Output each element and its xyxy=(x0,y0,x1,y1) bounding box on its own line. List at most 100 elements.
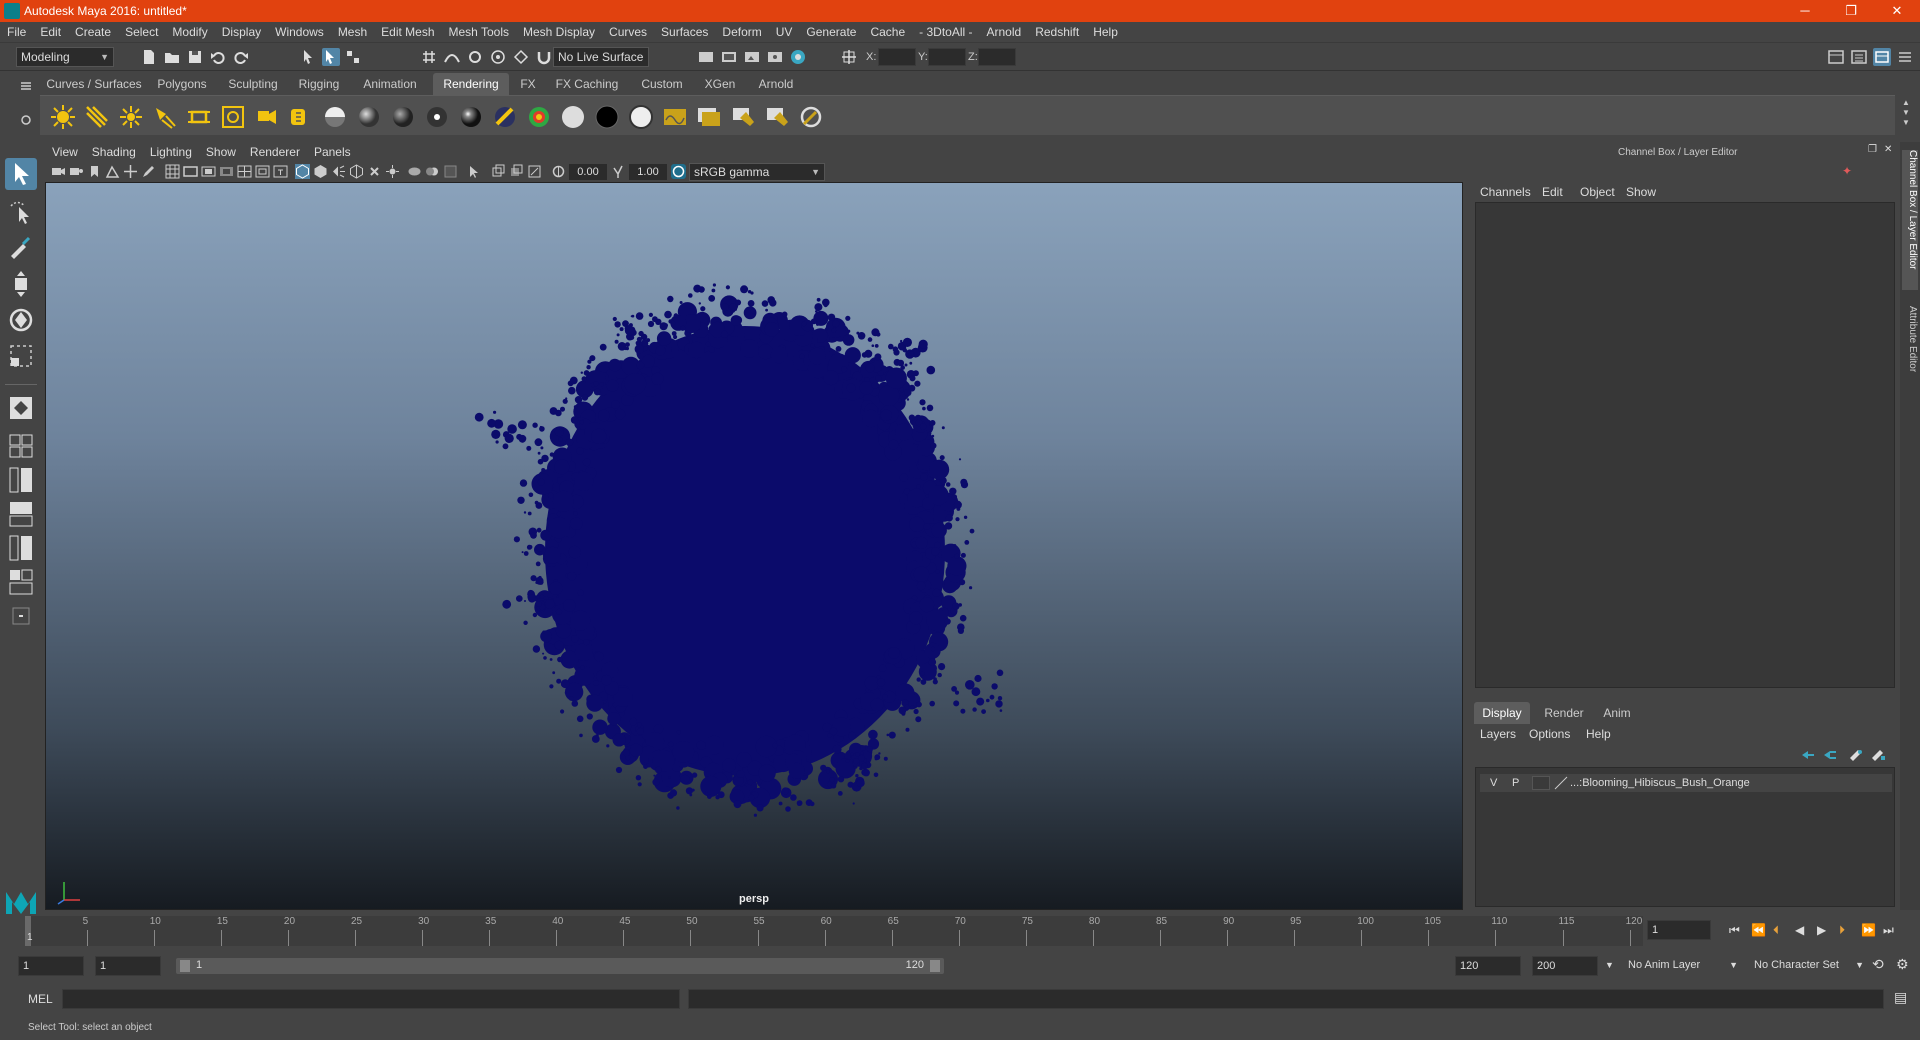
select-camera-icon[interactable] xyxy=(51,164,66,179)
character-set-dropdown[interactable]: No Character Set ▼ xyxy=(1750,956,1866,976)
layer-visibility-toggle[interactable]: V xyxy=(1490,774,1497,792)
film-gate-icon[interactable] xyxy=(183,164,198,179)
side-tab-attribute-editor[interactable]: Attribute Editor xyxy=(1902,306,1918,406)
menu-select[interactable]: Select xyxy=(118,22,165,43)
channel-edit-menu[interactable]: Edit xyxy=(1542,185,1563,199)
viewport-menu-view[interactable]: View xyxy=(45,142,85,162)
xray-joints-icon[interactable] xyxy=(527,164,542,179)
menu-arnold[interactable]: Arnold xyxy=(980,22,1029,43)
current-frame-field[interactable]: 1 xyxy=(1647,920,1711,940)
persp-outliner-layout-icon[interactable] xyxy=(5,464,37,496)
camera-attributes-icon[interactable] xyxy=(69,164,84,179)
safe-action-icon[interactable] xyxy=(255,164,270,179)
menu-cache[interactable]: Cache xyxy=(863,22,912,43)
layers-menu[interactable]: Layers xyxy=(1480,727,1516,741)
playback-end-field[interactable]: 120 xyxy=(1455,956,1521,976)
redo-icon[interactable] xyxy=(232,48,250,66)
render-view-icon[interactable] xyxy=(697,48,715,66)
exposure-field[interactable]: 0.00 xyxy=(569,164,607,180)
spot-light-icon[interactable] xyxy=(152,104,178,130)
channel-show-menu[interactable]: Show xyxy=(1626,185,1656,199)
new-layer-from-selection-icon[interactable] xyxy=(1870,748,1886,762)
select-by-component-icon[interactable] xyxy=(344,48,362,66)
viewport-menu-shading[interactable]: Shading xyxy=(85,142,143,162)
shelf-tab-curves-surfaces[interactable]: Curves / Surfaces xyxy=(44,73,144,95)
toolbox-expand-icon[interactable] xyxy=(5,600,37,632)
minimize-button[interactable]: ─ xyxy=(1782,0,1828,22)
y-coordinate-field[interactable] xyxy=(928,48,966,66)
step-forward-frame-icon[interactable]: ⏩ xyxy=(1861,923,1876,937)
menu-mesh[interactable]: Mesh xyxy=(331,22,374,43)
layered-shader-icon[interactable] xyxy=(560,104,586,130)
persp-graph-layout-icon[interactable] xyxy=(5,498,37,530)
viewport-menu-show[interactable]: Show xyxy=(199,142,243,162)
hypershade-icon[interactable] xyxy=(789,48,807,66)
magnet-icon[interactable] xyxy=(535,48,553,66)
viewport-menu-renderer[interactable]: Renderer xyxy=(243,142,307,162)
range-slider-bar[interactable]: 1 120 xyxy=(176,958,944,974)
animation-preferences-icon[interactable]: ⚙ xyxy=(1896,956,1909,973)
four-view-layout-icon[interactable] xyxy=(5,430,37,462)
layer-color-swatch[interactable] xyxy=(1554,776,1568,790)
shelf-tab-fx[interactable]: FX xyxy=(514,73,542,95)
use-all-lights-icon[interactable] xyxy=(367,164,382,179)
menu-redshift[interactable]: Redshift xyxy=(1028,22,1086,43)
auto-key-icon[interactable]: ⟲ xyxy=(1872,956,1884,973)
object-details-icon[interactable] xyxy=(840,48,858,66)
lambert-shader-icon[interactable] xyxy=(356,104,382,130)
layer-help-menu[interactable]: Help xyxy=(1586,727,1611,741)
layer-options-menu[interactable]: Options xyxy=(1529,727,1570,741)
z-coordinate-field[interactable] xyxy=(978,48,1016,66)
scale-tool-icon[interactable] xyxy=(5,340,37,372)
perspective-viewport[interactable]: persp xyxy=(45,182,1463,910)
tool-settings-toggle-icon[interactable] xyxy=(1896,48,1914,66)
workspace-dropdown[interactable]: Modeling ▼ xyxy=(16,47,114,67)
shelf-menu-icon[interactable] xyxy=(18,78,34,94)
gamma-field[interactable]: 1.00 xyxy=(629,164,667,180)
animation-end-field[interactable]: 200 xyxy=(1532,956,1598,976)
move-tool-icon[interactable] xyxy=(5,268,37,300)
ramp-shader-icon[interactable] xyxy=(526,104,552,130)
shelf-tab-rendering[interactable]: Rendering xyxy=(433,73,509,95)
anisotropic-shader-icon[interactable] xyxy=(492,104,518,130)
menu-generate[interactable]: Generate xyxy=(799,22,863,43)
shelf-tab-arnold[interactable]: Arnold xyxy=(748,73,804,95)
render-frame-icon[interactable] xyxy=(720,48,738,66)
render-view-shelf-icon[interactable] xyxy=(662,104,688,130)
hypershade-persp-layout-icon[interactable] xyxy=(5,532,37,564)
volume-light-icon[interactable] xyxy=(220,104,246,130)
script-editor-icon[interactable]: ▤ xyxy=(1894,989,1907,1006)
select-tool-icon[interactable] xyxy=(5,158,37,190)
point-light-icon[interactable] xyxy=(118,104,144,130)
use-background-shader-icon[interactable] xyxy=(594,104,620,130)
menu-help[interactable]: Help xyxy=(1086,22,1125,43)
menu-3dtoall[interactable]: - 3DtoAll - xyxy=(912,22,979,43)
menu-create[interactable]: Create xyxy=(68,22,118,43)
paint-select-tool-icon[interactable] xyxy=(5,232,37,264)
range-end-handle[interactable] xyxy=(930,960,940,972)
menu-mesh-display[interactable]: Mesh Display xyxy=(516,22,602,43)
display-layer-row[interactable]: V P ...:Blooming_Hibiscus_Bush_Orange xyxy=(1480,774,1892,792)
anti-aliasing-icon[interactable] xyxy=(443,164,458,179)
save-scene-icon[interactable] xyxy=(186,48,204,66)
batch-render-icon[interactable] xyxy=(764,104,790,130)
time-slider[interactable]: 1 5 10 15 20 25 30 35 40 45 50 55 60 65 70 75 80 85 90 95 1… xyxy=(25,916,1643,946)
shading-map-icon[interactable] xyxy=(628,104,654,130)
layer-tab-display[interactable]: Display xyxy=(1474,702,1530,724)
phong-shader-icon[interactable] xyxy=(424,104,450,130)
shelf-tab-xgen[interactable]: XGen xyxy=(697,73,743,95)
menu-uv[interactable]: UV xyxy=(769,22,800,43)
image-plane-icon[interactable] xyxy=(105,164,120,179)
menu-edit[interactable]: Edit xyxy=(33,22,68,43)
modeling-toolkit-icon[interactable] xyxy=(1827,48,1845,66)
viewport-menu-panels[interactable]: Panels xyxy=(307,142,358,162)
playback-start-field[interactable]: 1 xyxy=(95,956,161,976)
step-back-frame-icon[interactable]: ⏪ xyxy=(1751,923,1766,937)
render-settings-shelf-icon[interactable] xyxy=(798,104,824,130)
play-forwards-icon[interactable]: ▶ xyxy=(1817,923,1826,937)
persp-node-editor-layout-icon[interactable] xyxy=(5,566,37,598)
textured-icon[interactable] xyxy=(349,164,364,179)
menu-edit-mesh[interactable]: Edit Mesh xyxy=(374,22,441,43)
x-coordinate-field[interactable] xyxy=(878,48,916,66)
camera-aim-icon[interactable] xyxy=(288,104,314,130)
